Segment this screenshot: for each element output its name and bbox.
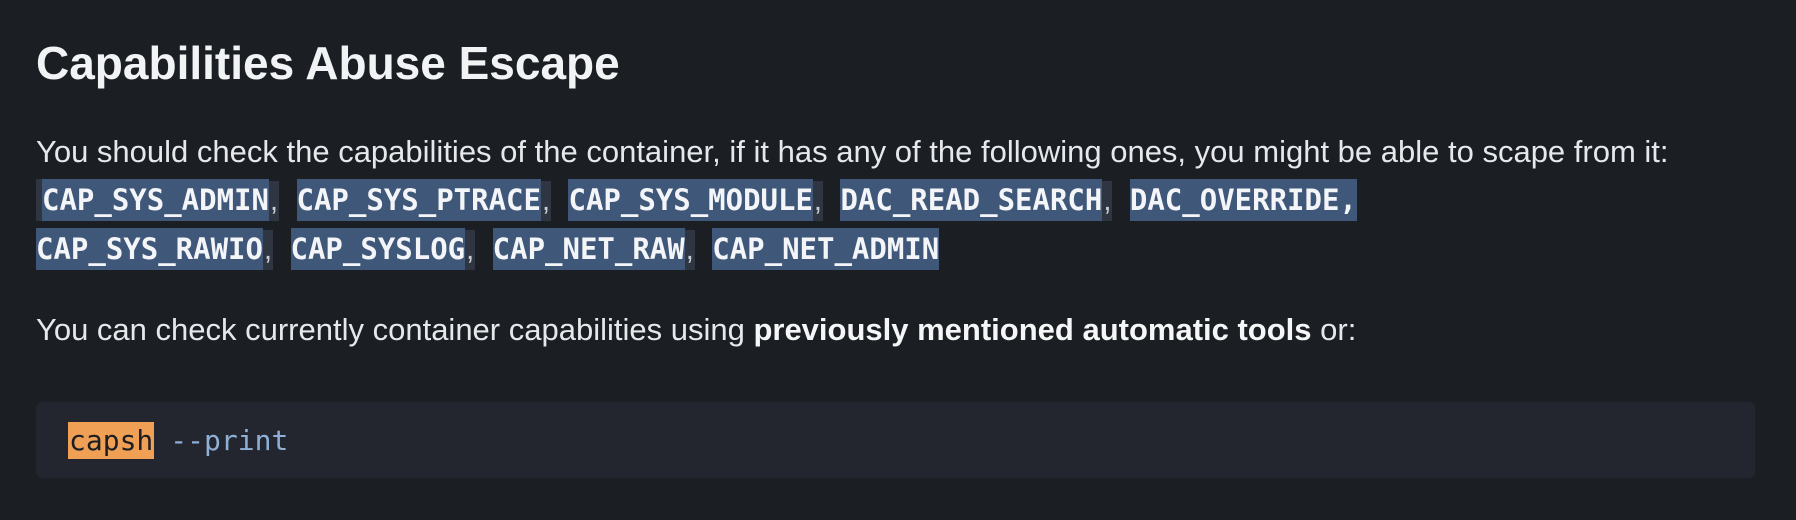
capability-separator: ,	[1102, 181, 1113, 221]
capabilities-line-1: CAP_SYS_ADMIN, CAP_SYS_PTRACE, CAP_SYS_M…	[36, 176, 1766, 225]
automatic-tools-reference: previously mentioned automatic tools	[753, 312, 1312, 347]
document-page: Capabilities Abuse Escape You should che…	[0, 0, 1796, 520]
check-paragraph: You can check currently container capabi…	[36, 306, 1356, 354]
capability-cap-sys-admin: CAP_SYS_ADMIN	[42, 179, 269, 221]
page-title: Capabilities Abuse Escape	[36, 37, 620, 89]
capability-separator: ,	[268, 181, 280, 221]
code-argument: --print	[170, 423, 289, 457]
code-command: capsh	[68, 421, 155, 459]
capability-separator: ,	[540, 181, 552, 221]
capability-separator: ,	[465, 230, 476, 270]
capability-cap-syslog: CAP_SYSLOG	[290, 228, 466, 270]
capability-dac-read-search: DAC_READ_SEARCH	[840, 179, 1103, 221]
check-text-prefix: You can check currently container capabi…	[36, 312, 754, 347]
check-text-suffix: or:	[1311, 312, 1357, 347]
intro-paragraph: You should check the capabilities of the…	[36, 128, 1766, 274]
capability-cap-net-raw: CAP_NET_RAW	[492, 228, 685, 270]
capability-separator: ,	[262, 230, 274, 270]
capability-cap-sys-ptrace: CAP_SYS_PTRACE	[296, 179, 541, 221]
intro-text: You should check the capabilities of the…	[36, 134, 1669, 169]
capability-cap-sys-rawio: CAP_SYS_RAWIO	[36, 228, 263, 270]
capability-separator: ,	[812, 181, 823, 221]
capabilities-line-2: CAP_SYS_RAWIO, CAP_SYSLOG, CAP_NET_RAW, …	[36, 225, 1766, 274]
capability-separator: ,	[684, 230, 695, 270]
code-block[interactable]: capsh --print	[36, 402, 1755, 478]
capability-cap-net-admin: CAP_NET_ADMIN	[712, 228, 940, 270]
capability-cap-sys-module: CAP_SYS_MODULE	[568, 179, 813, 221]
capability-dac-override: DAC_OVERRIDE,	[1129, 179, 1357, 221]
